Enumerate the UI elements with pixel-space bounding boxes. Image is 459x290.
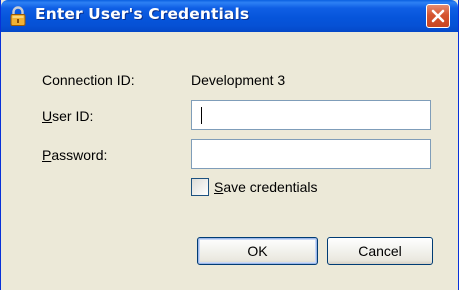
password-label: Password:: [42, 147, 107, 163]
dialog-title: Enter User's Credentials: [35, 5, 250, 23]
close-button[interactable]: [426, 4, 450, 28]
save-credentials-mnemonic: S: [214, 179, 224, 195]
save-credentials-checkbox[interactable]: [191, 178, 209, 196]
cancel-button[interactable]: Cancel: [327, 237, 433, 265]
save-credentials-label-text: ave credentials: [223, 179, 318, 195]
ok-button[interactable]: OK: [197, 237, 318, 265]
save-credentials-label[interactable]: Save credentials: [214, 179, 318, 195]
user-id-input[interactable]: [191, 100, 431, 130]
password-input[interactable]: [191, 139, 431, 169]
close-icon: [431, 9, 445, 23]
credentials-dialog: Enter User's Credentials Connection ID: …: [0, 0, 459, 290]
user-id-label: User ID:: [42, 108, 93, 124]
connection-id-label: Connection ID:: [42, 72, 135, 88]
lock-icon: [9, 6, 27, 26]
user-id-mnemonic: U: [42, 108, 53, 124]
connection-id-value: Development 3: [191, 72, 286, 88]
user-id-label-text: ser ID:: [52, 108, 94, 124]
password-mnemonic: P: [42, 147, 52, 163]
text-caret: [201, 107, 202, 124]
title-bar[interactable]: Enter User's Credentials: [1, 0, 458, 32]
password-label-text: assword:: [51, 147, 108, 163]
